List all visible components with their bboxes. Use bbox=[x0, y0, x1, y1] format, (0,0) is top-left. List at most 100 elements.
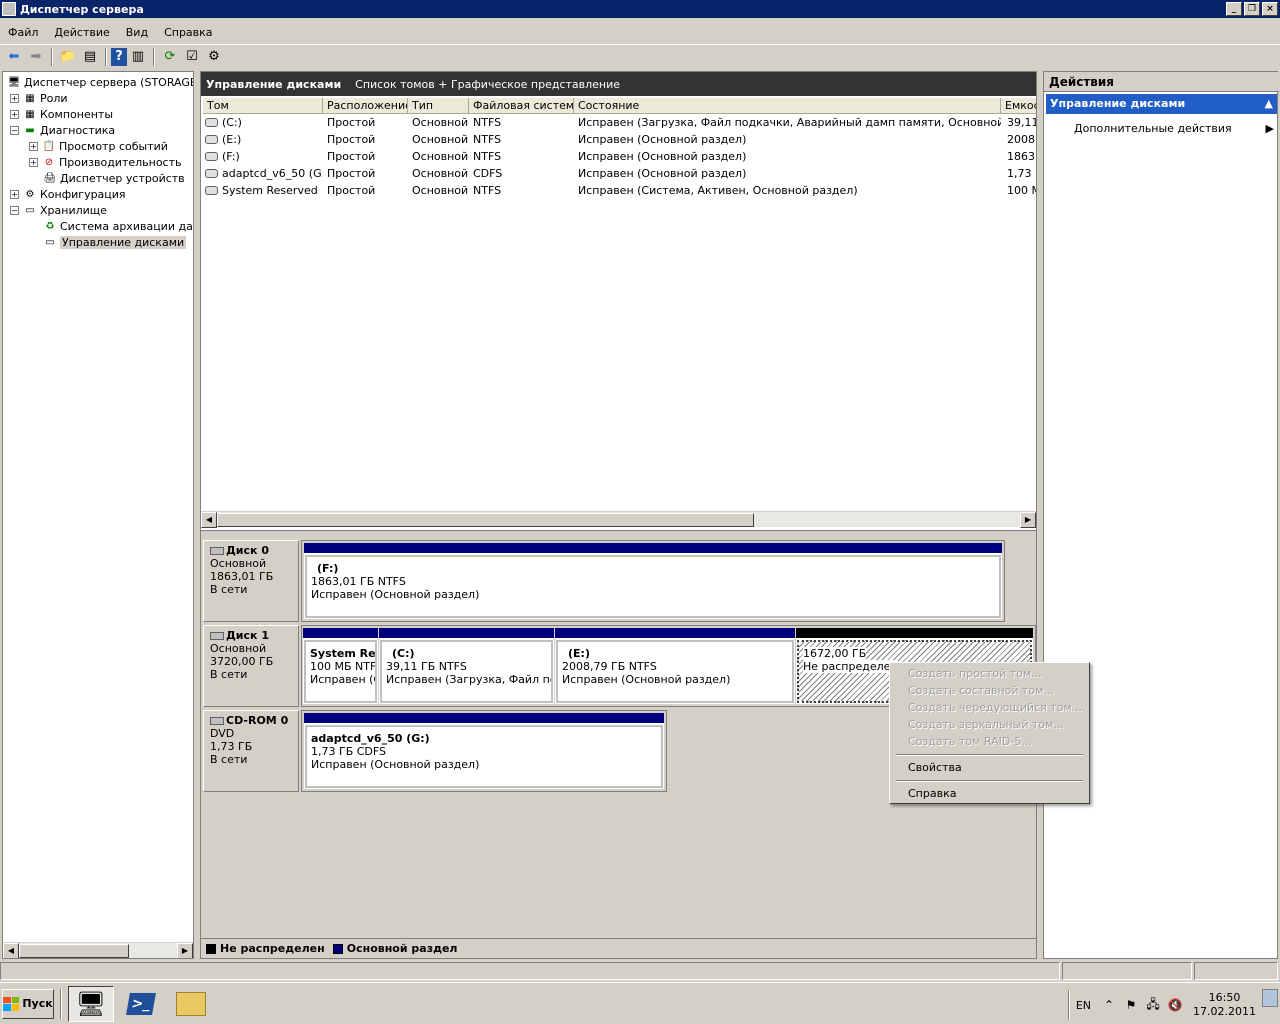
scroll-right-icon[interactable]: ▶ bbox=[177, 942, 193, 958]
column-header-capacity[interactable]: Емкос bbox=[1001, 98, 1036, 114]
disk-1-label[interactable]: Диск 1 Основной 3720,00 ГБ В сети bbox=[203, 625, 299, 707]
layout-cell: Простой bbox=[327, 116, 376, 129]
status-pane-2 bbox=[1062, 962, 1192, 980]
collapse-icon[interactable]: − bbox=[10, 125, 19, 135]
partition-size: 1863,01 ГБ NTFS bbox=[311, 575, 406, 588]
console-pane-icon[interactable]: ▥ bbox=[127, 47, 149, 67]
tree-item-configuration[interactable]: + ⚙ Конфигурация bbox=[10, 186, 126, 202]
layout-cell: Простой bbox=[327, 150, 376, 163]
clock[interactable]: 16:50 17.02.2011 bbox=[1193, 991, 1256, 1019]
tree-item-diagnostics[interactable]: − ▬ Диагностика bbox=[10, 122, 115, 138]
disk-size: 1,73 ГБ bbox=[210, 740, 253, 753]
volume-cell: (F:) bbox=[203, 149, 323, 165]
help-icon[interactable]: ? bbox=[111, 47, 127, 66]
volume-name: (F:) bbox=[222, 150, 240, 163]
scroll-thumb[interactable] bbox=[217, 512, 754, 527]
cdrom-0-label[interactable]: CD-ROM 0 DVD 1,73 ГБ В сети bbox=[203, 710, 299, 792]
tree-item-label: Хранилище bbox=[40, 203, 107, 217]
partition-block[interactable]: (C:) 39,11 ГБ NTFS Исправен (Загрузка, Ф… bbox=[379, 628, 554, 704]
features-icon: ▦ bbox=[25, 108, 35, 120]
menu-item-new-spanned-volume[interactable]: Создать составной том... bbox=[892, 682, 1087, 699]
tree-item-disk-management[interactable]: ▭ Управление дисками bbox=[43, 234, 187, 250]
settings-icon[interactable]: ⚙ bbox=[203, 47, 225, 67]
volume-muted-icon[interactable]: 🔇 bbox=[1167, 997, 1183, 1013]
menu-view[interactable]: Вид bbox=[118, 26, 156, 39]
partition-block[interactable]: (E:) 2008,79 ГБ NTFS Исправен (Основной … bbox=[555, 628, 795, 704]
partition-block[interactable]: (F:) 1863,01 ГБ NTFS Исправен (Основной … bbox=[304, 543, 1002, 619]
restore-button[interactable]: ❐ bbox=[1244, 2, 1260, 16]
taskbar-explorer[interactable] bbox=[168, 986, 214, 1022]
menu-item-help[interactable]: Справка bbox=[892, 785, 1087, 802]
column-header-layout[interactable]: Расположение bbox=[323, 98, 408, 114]
refresh-icon[interactable]: ⟳ bbox=[159, 47, 181, 67]
column-header-status[interactable]: Состояние bbox=[574, 98, 1001, 114]
volume-name: (C:) bbox=[222, 116, 242, 129]
column-header-volume[interactable]: Том bbox=[203, 98, 323, 114]
scroll-right-icon[interactable]: ▶ bbox=[1020, 511, 1036, 528]
network-icon[interactable]: 🖧 bbox=[1145, 997, 1161, 1013]
forward-icon[interactable]: ➡ bbox=[25, 47, 47, 67]
tree-item-label: Компоненты bbox=[40, 107, 114, 121]
minimize-button[interactable]: _ bbox=[1226, 2, 1242, 16]
tree-item-event-viewer[interactable]: + 📋 Просмотр событий bbox=[29, 138, 168, 154]
menu-file[interactable]: Файл bbox=[0, 26, 46, 39]
column-header-type[interactable]: Тип bbox=[408, 98, 469, 114]
volume-list-horizontal-scrollbar[interactable]: ◀ ▶ bbox=[201, 511, 1036, 528]
tree-item-features[interactable]: + ▦ Компоненты bbox=[10, 106, 113, 122]
partition-size: 2008,79 ГБ NTFS bbox=[562, 660, 657, 673]
expand-icon[interactable]: + bbox=[10, 189, 19, 199]
layout-cell: Простой bbox=[327, 184, 376, 197]
menu-item-properties[interactable]: Свойства bbox=[892, 759, 1087, 776]
tree-root[interactable]: 🖥 Диспетчер сервера (STORAGE1) bbox=[7, 74, 193, 90]
tree-item-performance[interactable]: + ⊘ Производительность bbox=[29, 154, 182, 170]
close-button[interactable]: × bbox=[1262, 2, 1278, 16]
tree-item-storage[interactable]: − ▭ Хранилище bbox=[10, 202, 107, 218]
show-hidden-icons-icon[interactable]: ⌃ bbox=[1101, 997, 1117, 1013]
menu-item-new-mirrored-volume[interactable]: Создать зеркальный том... bbox=[892, 716, 1087, 733]
menu-item-new-simple-volume[interactable]: Создать простой том... bbox=[892, 665, 1087, 682]
expand-icon[interactable]: + bbox=[10, 109, 19, 119]
menu-item-new-striped-volume[interactable]: Создать чередующийся том... bbox=[892, 699, 1087, 716]
disk-status: В сети bbox=[210, 668, 248, 681]
flag-icon[interactable]: ⚑ bbox=[1123, 997, 1139, 1013]
up-folder-icon[interactable]: 📁 bbox=[57, 47, 79, 67]
partition-box: (F:) 1863,01 ГБ NTFS Исправен (Основной … bbox=[305, 555, 1001, 618]
menu-item-new-raid5-volume[interactable]: Создать том RAID-5... bbox=[892, 733, 1087, 750]
more-actions-item[interactable]: Дополнительные действия ▶ bbox=[1074, 120, 1274, 136]
menu-action[interactable]: Действие bbox=[46, 26, 117, 39]
back-icon[interactable]: ⬅ bbox=[3, 47, 25, 67]
expand-icon[interactable]: + bbox=[29, 141, 38, 151]
show-hide-tree-icon[interactable]: ▤ bbox=[79, 47, 101, 67]
taskbar-server-manager[interactable]: 🖥 bbox=[68, 985, 114, 1022]
expand-icon[interactable]: + bbox=[29, 157, 38, 167]
scroll-left-icon[interactable]: ◀ bbox=[201, 511, 217, 528]
volume-cell: adaptcd_v6_50 (G:) bbox=[203, 166, 323, 182]
language-indicator[interactable]: EN bbox=[1076, 999, 1091, 1012]
collapse-up-icon[interactable]: ▲ bbox=[1265, 97, 1273, 111]
disk-0-label[interactable]: Диск 0 Основной 1863,01 ГБ В сети bbox=[203, 540, 299, 622]
partition-box: System Re 100 МБ NTFS Исправен (С bbox=[304, 640, 377, 703]
volume-cell: (E:) bbox=[203, 132, 323, 148]
column-header-filesystem[interactable]: Файловая система bbox=[469, 98, 574, 114]
expand-icon[interactable]: + bbox=[10, 93, 19, 103]
partition-block[interactable]: adaptcd_v6_50 (G:) 1,73 ГБ CDFS Исправен… bbox=[304, 713, 664, 789]
scroll-thumb[interactable] bbox=[19, 943, 129, 958]
legend-primary: Основной раздел bbox=[346, 942, 458, 955]
properties-icon[interactable]: ☑ bbox=[181, 47, 203, 67]
menu-help[interactable]: Справка bbox=[156, 26, 220, 39]
start-button[interactable]: Пуск bbox=[2, 988, 54, 1019]
taskbar-powershell[interactable]: >_ bbox=[118, 986, 164, 1022]
tree-horizontal-scrollbar[interactable]: ◀ ▶ bbox=[3, 942, 193, 958]
tree-item-device-manager[interactable]: 🖨 Диспетчер устройств bbox=[43, 170, 185, 186]
tree-item-backup[interactable]: ♻ Система архивации данны bbox=[43, 218, 193, 234]
collapse-icon[interactable]: − bbox=[10, 205, 19, 215]
scroll-left-icon[interactable]: ◀ bbox=[3, 942, 19, 958]
show-desktop-button[interactable] bbox=[1262, 989, 1278, 1007]
partition-block[interactable]: System Re 100 МБ NTFS Исправен (С bbox=[303, 628, 378, 704]
actions-section-header[interactable]: Управление дисками ▲ bbox=[1046, 94, 1277, 114]
volume-name: (E:) bbox=[222, 133, 242, 146]
disk-0-partitions: (F:) 1863,01 ГБ NTFS Исправен (Основной … bbox=[301, 540, 1005, 622]
tree-item-roles[interactable]: + ▦ Роли bbox=[10, 90, 68, 106]
type-cell: Основной bbox=[412, 184, 469, 197]
cdrom-0-partitions: adaptcd_v6_50 (G:) 1,73 ГБ CDFS Исправен… bbox=[301, 710, 667, 792]
